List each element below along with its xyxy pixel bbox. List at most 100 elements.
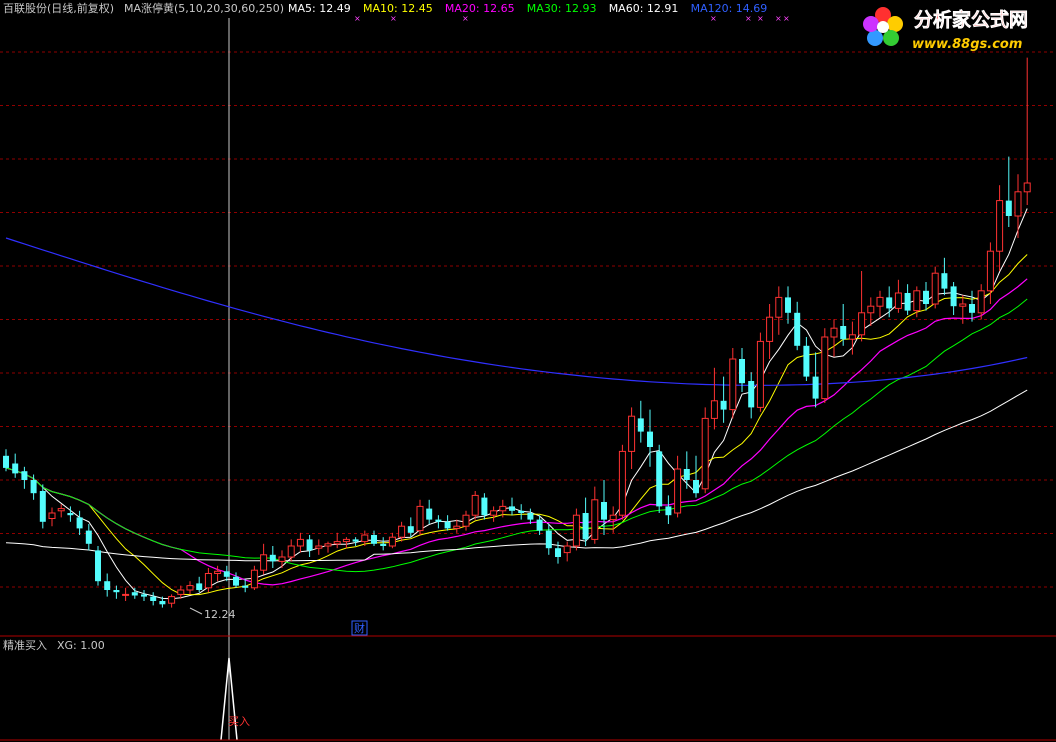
candle-body-down[interactable] [969,304,975,313]
candle-body-down[interactable] [426,508,433,520]
candle-body-down[interactable] [39,491,46,522]
candle-body-up[interactable] [388,536,396,547]
candle-body-down[interactable] [481,497,488,516]
candle-body-up[interactable] [977,290,985,314]
candle-body-up[interactable] [342,538,350,543]
candle-body-down[interactable] [223,571,230,577]
candle-body-down[interactable] [76,517,83,529]
candle-body-down[interactable] [923,290,929,304]
candle-body-up[interactable] [462,514,470,527]
candle-body-down[interactable] [233,576,239,586]
candle-body-up[interactable] [324,543,332,547]
candle-body-down[interactable] [104,581,111,590]
candle-body-down[interactable] [407,526,414,533]
candle-body-up[interactable] [471,494,479,516]
candle-body-down[interactable] [196,583,203,590]
candle-body-down[interactable] [30,480,37,494]
candle-body-down[interactable] [95,550,101,582]
candle-body-down[interactable] [113,590,120,593]
candle-body-up[interactable] [204,573,212,589]
candle-body-up[interactable] [931,272,939,305]
candle-body-up[interactable] [398,525,406,538]
candle-body-down[interactable] [141,594,147,597]
candle-body-up[interactable] [674,468,682,514]
candle-body-up[interactable] [250,569,258,589]
candle-body-down[interactable] [518,510,525,513]
candle-body-up[interactable] [122,593,130,596]
candle-body-up[interactable] [361,534,369,543]
candle-body-down[interactable] [536,519,543,531]
candle-body-down[interactable] [527,513,534,520]
candle-body-down[interactable] [242,585,249,588]
candle-body-down[interactable] [683,469,690,480]
candle-body-up[interactable] [821,336,829,400]
candle-body-down[interactable] [150,596,157,601]
candle-body-up[interactable] [858,312,866,336]
candle-body-down[interactable] [785,297,791,313]
candle-body-down[interactable] [637,418,644,432]
candle-body-down[interactable] [306,539,313,551]
candle-body-up[interactable] [701,417,709,490]
candle-body-up[interactable] [57,508,65,512]
candle-body-down[interactable] [665,506,672,516]
candle-body-down[interactable] [904,293,911,311]
candle-body-down[interactable] [352,539,359,542]
candle-body-up[interactable] [756,340,764,408]
candle-body-up[interactable] [609,514,617,521]
candle-body-down[interactable] [509,506,515,511]
candle-body-down[interactable] [693,480,699,494]
candle-body-down[interactable] [739,359,745,384]
candle-body-up[interactable] [296,538,304,547]
stock-chart[interactable]: 百联股份(日线,前复权) MA涨停黄(5,10,20,30,60,250) MA… [0,0,1056,742]
candle-body-up[interactable] [48,512,56,519]
candle-body-up[interactable] [453,525,461,529]
candle-body-up[interactable] [913,290,921,312]
candle-body-up[interactable] [959,303,967,307]
candle-body-down[interactable] [380,543,387,546]
candle-body-up[interactable] [499,505,507,512]
candle-body-up[interactable] [628,415,636,452]
candle-body-down[interactable] [647,431,653,447]
candle-body-down[interactable] [131,592,138,596]
candle-body-up[interactable] [572,514,580,547]
candle-body-up[interactable] [710,400,718,419]
candle-body-up[interactable] [260,554,268,571]
candle-body-up[interactable] [287,545,295,558]
candle-body-down[interactable] [555,548,561,557]
candle-body-up[interactable] [618,450,626,516]
candle-body-up[interactable] [830,327,838,338]
candle-body-down[interactable] [840,326,847,340]
candle-body-up[interactable] [416,505,424,532]
candle-body-up[interactable] [333,541,341,545]
candle-body-down[interactable] [582,513,589,540]
candle-body-up[interactable] [986,250,994,292]
candle-body-down[interactable] [12,463,19,474]
candle-body-down[interactable] [1005,200,1012,216]
candle-body-up[interactable] [563,545,571,554]
candle-body-down[interactable] [371,535,377,544]
candle-body-down[interactable] [435,519,442,522]
candle-body-up[interactable] [315,545,323,549]
candle-body-up[interactable] [766,316,774,342]
candle-body-up[interactable] [591,499,599,540]
candle-body-down[interactable] [950,286,957,307]
candle-body-down[interactable] [269,554,276,562]
candle-body-up[interactable] [729,358,737,411]
candle-body-up[interactable] [168,596,176,604]
candle-body-down[interactable] [812,376,819,399]
candle-body-down[interactable] [941,273,948,289]
candle-body-down[interactable] [67,513,74,516]
candle-body-down[interactable] [886,297,893,309]
candle-body-up[interactable] [848,334,856,340]
candle-body-down[interactable] [748,381,755,408]
candle-body-up[interactable] [1023,182,1031,193]
candle-body-up[interactable] [876,296,884,307]
candle-body-up[interactable] [775,296,783,318]
candle-body-up[interactable] [186,585,194,591]
candlesticks[interactable] [3,57,1031,608]
candle-body-up[interactable] [214,570,222,574]
candle-body-down[interactable] [601,502,607,520]
candle-body-down[interactable] [444,521,451,529]
candle-body-down[interactable] [656,451,663,507]
candle-body-down[interactable] [545,530,552,549]
